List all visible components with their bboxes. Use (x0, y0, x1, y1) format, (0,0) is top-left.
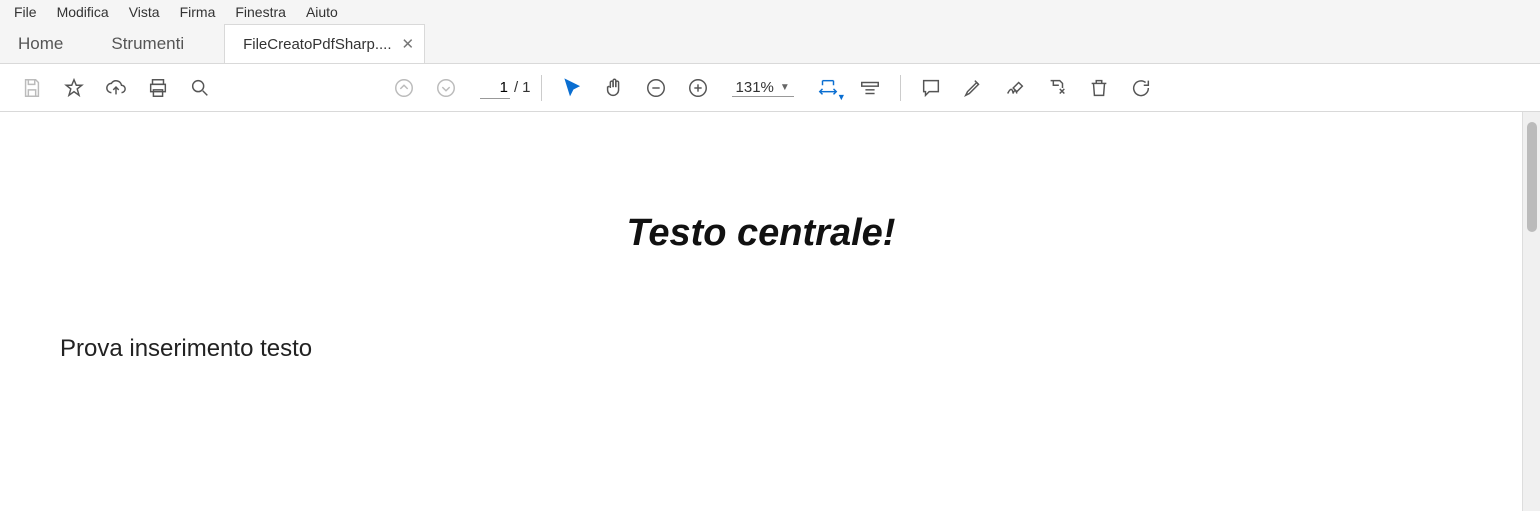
toolbar-divider (900, 75, 901, 101)
chevron-down-icon: ▼ (837, 92, 846, 102)
close-icon[interactable]: ✕ (402, 37, 415, 52)
prev-page-button[interactable] (384, 68, 424, 108)
document-page: Testo centrale! Prova inserimento testo (0, 112, 1522, 511)
fit-width-button[interactable]: ▼ (808, 68, 848, 108)
menu-help[interactable]: Aiuto (298, 2, 346, 22)
star-icon (63, 77, 85, 99)
stamp-button[interactable] (1037, 68, 1077, 108)
menu-sign[interactable]: Firma (172, 2, 224, 22)
tab-document-label: FileCreatoPdfSharp.... (243, 36, 391, 53)
menu-file[interactable]: File (6, 2, 45, 22)
tab-home[interactable]: Home (0, 24, 93, 63)
vertical-scrollbar[interactable] (1522, 112, 1540, 511)
search-icon (189, 77, 211, 99)
comment-icon (920, 77, 942, 99)
toolbar: / 1 131% ▼ ▼ (0, 64, 1540, 112)
arrow-up-circle-icon (393, 77, 415, 99)
document-body-text: Prova inserimento testo (60, 335, 1462, 363)
toolbar-divider (541, 75, 542, 101)
scrollbar-thumb[interactable] (1527, 122, 1537, 232)
rotate-button[interactable] (1121, 68, 1161, 108)
content-area: Testo centrale! Prova inserimento testo (0, 112, 1540, 511)
highlight-button[interactable] (953, 68, 993, 108)
cloud-upload-button[interactable] (96, 68, 136, 108)
menu-view[interactable]: Vista (121, 2, 168, 22)
minus-circle-icon (645, 77, 667, 99)
menu-bar: File Modifica Vista Firma Finestra Aiuto (0, 0, 1540, 24)
select-tool-button[interactable] (552, 68, 592, 108)
print-icon (147, 77, 169, 99)
hand-icon (603, 77, 625, 99)
sign-button[interactable] (995, 68, 1035, 108)
chevron-down-icon: ▼ (780, 82, 790, 93)
page-number: / 1 (480, 77, 531, 99)
menu-window[interactable]: Finestra (227, 2, 294, 22)
save-icon (21, 77, 43, 99)
star-button[interactable] (54, 68, 94, 108)
page-display-button[interactable] (850, 68, 890, 108)
zoom-dropdown[interactable]: 131% ▼ (732, 79, 794, 97)
cloud-upload-icon (105, 77, 127, 99)
highlight-icon (962, 77, 984, 99)
hand-tool-button[interactable] (594, 68, 634, 108)
zoom-in-button[interactable] (678, 68, 718, 108)
tab-tools[interactable]: Strumenti (93, 24, 224, 63)
zoom-out-button[interactable] (636, 68, 676, 108)
tab-document[interactable]: FileCreatoPdfSharp.... ✕ (224, 24, 425, 63)
rotate-icon (1130, 77, 1152, 99)
next-page-button[interactable] (426, 68, 466, 108)
zoom-value: 131% (736, 79, 774, 96)
fit-width-icon (817, 77, 839, 99)
cursor-icon (561, 77, 583, 99)
stamp-icon (1046, 77, 1068, 99)
search-button[interactable] (180, 68, 220, 108)
document-heading: Testo centrale! (60, 212, 1462, 255)
menu-edit[interactable]: Modifica (49, 2, 117, 22)
delete-button[interactable] (1079, 68, 1119, 108)
page-display-icon (859, 77, 881, 99)
save-button[interactable] (12, 68, 52, 108)
tab-bar: Home Strumenti FileCreatoPdfSharp.... ✕ (0, 24, 1540, 64)
plus-circle-icon (687, 77, 709, 99)
trash-icon (1088, 77, 1110, 99)
page-current-input[interactable] (480, 77, 510, 99)
page-total: 1 (522, 79, 530, 96)
print-button[interactable] (138, 68, 178, 108)
signature-icon (1004, 77, 1026, 99)
page-sep: / (514, 79, 518, 96)
arrow-down-circle-icon (435, 77, 457, 99)
comment-button[interactable] (911, 68, 951, 108)
